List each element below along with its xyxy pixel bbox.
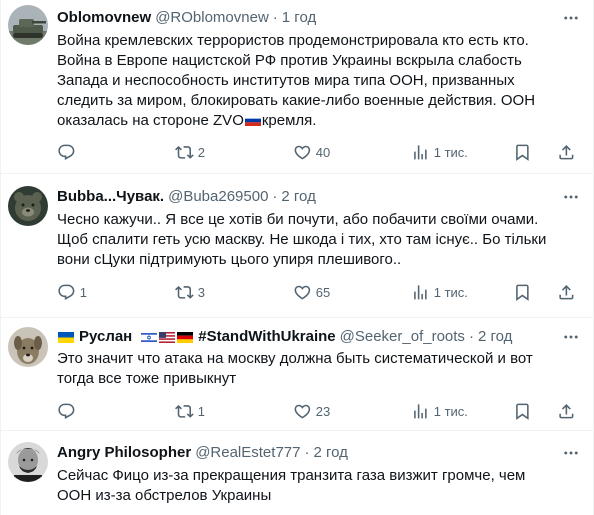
views-count: 1 тис. — [433, 144, 468, 160]
author-name[interactable]: Angry Philosopher — [57, 443, 191, 463]
author-handle[interactable]: @Buba269500 — [168, 187, 268, 207]
separator: · — [272, 9, 278, 26]
tweet-text: Сейчас Фицо из-за прекращения транзита г… — [57, 467, 526, 504]
reply-icon — [57, 283, 76, 302]
timestamp[interactable]: 2 год — [281, 187, 315, 207]
like-count: 23 — [315, 403, 331, 419]
bookmark-icon — [513, 143, 532, 162]
bookmark-button[interactable] — [513, 282, 532, 302]
share-icon — [557, 283, 576, 302]
tweet-text: Это значит что атака на москву должна бы… — [57, 350, 533, 387]
repost-button[interactable]: 3 — [175, 282, 205, 302]
author-handle[interactable]: @Seeker_of_roots — [340, 327, 465, 347]
like-button[interactable]: 40 — [293, 142, 330, 162]
timestamp[interactable]: 1 год — [282, 8, 316, 28]
views-count: 1 тис. — [433, 284, 468, 300]
philosopher-avatar[interactable] — [8, 442, 48, 482]
repost-count: 3 — [197, 284, 205, 300]
bear-avatar[interactable] — [8, 186, 48, 226]
ukraine-flag-icon — [58, 331, 74, 343]
bookmark-button[interactable] — [513, 401, 532, 421]
views-icon — [411, 283, 430, 302]
share-button[interactable] — [557, 142, 576, 162]
tweet-text-part: кремля. — [261, 112, 317, 129]
views-icon — [411, 143, 430, 162]
separator: · — [304, 444, 310, 461]
author-handle[interactable]: @RealEstet777 — [195, 443, 300, 463]
reply-button[interactable] — [57, 401, 80, 421]
timeline: Oblomovnew @ROblomovnew · 1 год Война кр… — [0, 0, 594, 515]
tweet-header: Angry Philosopher @RealEstet777 · 2 год — [57, 443, 348, 463]
views-button[interactable]: 1 тис. — [411, 401, 468, 421]
share-icon — [557, 143, 576, 162]
like-count: 40 — [315, 144, 331, 160]
repost-icon — [175, 283, 194, 302]
author-name[interactable]: Руслан — [79, 327, 132, 347]
reply-icon — [57, 402, 76, 421]
dog-avatar[interactable] — [8, 327, 48, 367]
like-icon — [293, 143, 312, 162]
tweet-text: Война кремлевских террористов продемонст… — [57, 31, 557, 131]
like-count: 65 — [315, 284, 331, 300]
russia-flag-icon — [244, 115, 261, 126]
tweet-header: Oblomovnew @ROblomovnew · 1 год — [57, 8, 316, 28]
tweet-actions: 1 3 65 1 тис. — [49, 282, 589, 302]
timestamp[interactable]: 2 год — [313, 443, 347, 463]
repost-icon — [175, 143, 194, 162]
author-handle[interactable]: @ROblomovnew — [155, 8, 269, 28]
reply-button[interactable]: 1 — [57, 282, 87, 302]
more-icon[interactable] — [561, 327, 581, 347]
like-button[interactable]: 23 — [293, 401, 330, 421]
separator: · — [272, 188, 278, 205]
usa-flag-icon — [159, 331, 176, 343]
like-icon — [293, 402, 312, 421]
share-button[interactable] — [557, 401, 576, 421]
views-count: 1 тис. — [433, 403, 468, 419]
tweet[interactable]: Bubba...Чувак. @Buba269500 · 2 год Чесно… — [1, 174, 593, 318]
bookmark-icon — [513, 283, 532, 302]
israel-flag-icon — [141, 331, 158, 343]
tweet-actions: 2 40 1 тис. — [49, 142, 589, 162]
tank-avatar[interactable] — [8, 5, 48, 45]
author-name-hashtag[interactable]: #StandWithUkraine — [198, 327, 335, 347]
timestamp[interactable]: 2 год — [478, 327, 512, 347]
reply-button[interactable] — [57, 142, 80, 162]
tweet[interactable]: Руслан #StandWithUkraine @Seeker_of_root… — [1, 318, 593, 431]
tweet-header: Bubba...Чувак. @Buba269500 · 2 год — [57, 187, 316, 207]
views-button[interactable]: 1 тис. — [411, 142, 468, 162]
repost-count: 2 — [197, 144, 205, 160]
share-icon — [557, 402, 576, 421]
more-icon[interactable] — [561, 187, 581, 207]
views-icon — [411, 402, 430, 421]
repost-button[interactable]: 2 — [175, 142, 205, 162]
repost-icon — [175, 402, 194, 421]
reply-icon — [57, 143, 76, 162]
tweet-actions: 1 23 1 тис. — [49, 401, 589, 421]
repost-count: 1 — [197, 403, 205, 419]
bookmark-button[interactable] — [513, 142, 532, 162]
reply-count: 1 — [79, 284, 87, 300]
share-button[interactable] — [557, 282, 576, 302]
author-name[interactable]: Oblomovnew — [57, 8, 151, 28]
tweet[interactable]: Oblomovnew @ROblomovnew · 1 год Война кр… — [1, 0, 593, 174]
like-button[interactable]: 65 — [293, 282, 330, 302]
germany-flag-icon — [177, 331, 194, 343]
more-icon[interactable] — [561, 443, 581, 463]
separator: · — [468, 328, 474, 345]
author-name[interactable]: Bubba...Чувак. — [57, 187, 164, 207]
bookmark-icon — [513, 402, 532, 421]
more-icon[interactable] — [561, 8, 581, 28]
tweet[interactable]: Angry Philosopher @RealEstet777 · 2 год … — [1, 431, 593, 515]
tweet-header: Руслан #StandWithUkraine @Seeker_of_root… — [57, 327, 512, 347]
repost-button[interactable]: 1 — [175, 401, 205, 421]
tweet-text: Чесно кажучи.. Я все це хотів би почути,… — [57, 211, 547, 268]
views-button[interactable]: 1 тис. — [411, 282, 468, 302]
like-icon — [293, 283, 312, 302]
